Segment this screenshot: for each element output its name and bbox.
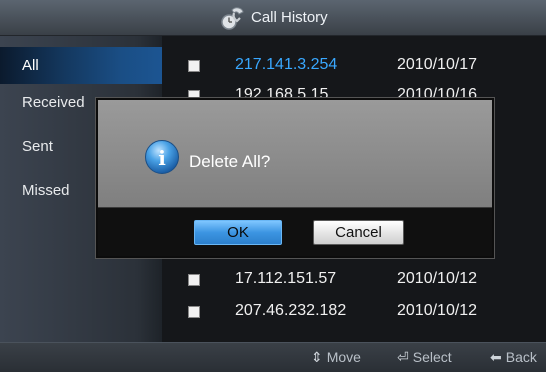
back-arrow-icon: ⬅	[490, 349, 502, 365]
select-label: Select	[412, 349, 452, 365]
sidebar-item-label: All	[22, 57, 39, 74]
cancel-button[interactable]: Cancel	[313, 220, 404, 245]
call-history-screen: Call History All Received Sent Missed 21…	[0, 0, 546, 372]
phone-clock-icon	[221, 7, 244, 30]
ip-address: 17.112.151.57	[235, 270, 337, 287]
call-date: 2010/10/17	[397, 56, 478, 73]
list-item[interactable]: 17.112.151.57 2010/10/12	[162, 264, 546, 296]
select-hint: ⏎ Select	[397, 349, 452, 366]
call-date: 2010/10/12	[397, 270, 478, 287]
list-item[interactable]: 207.46.232.182 2010/10/12	[162, 296, 546, 328]
sidebar-item-label: Received	[22, 94, 85, 111]
move-hint: ⇕ Move	[311, 349, 361, 366]
dialog-message: Delete All?	[189, 152, 271, 171]
back-hint[interactable]: ⬅ Back	[490, 349, 537, 366]
page-title: Call History	[251, 9, 328, 26]
back-label: Back	[505, 349, 537, 365]
dialog-body: i Delete All?	[98, 100, 492, 208]
move-label: Move	[326, 349, 361, 365]
up-down-arrows-icon: ⇕	[311, 349, 323, 365]
checkbox[interactable]	[188, 274, 200, 286]
sidebar-item-label: Sent	[22, 138, 53, 155]
title-bar: Call History	[0, 0, 546, 36]
info-icon: i	[145, 140, 179, 174]
dialog-footer: OK Cancel	[98, 208, 492, 256]
list-item[interactable]: 217.141.3.254 2010/10/17	[162, 50, 546, 82]
checkbox[interactable]	[188, 306, 200, 318]
enter-key-icon: ⏎	[397, 349, 409, 365]
sidebar-item-all[interactable]: All	[0, 47, 162, 84]
sidebar-item-label: Missed	[22, 182, 70, 199]
confirm-dialog: i Delete All? OK Cancel	[96, 98, 494, 258]
ok-button[interactable]: OK	[194, 220, 282, 245]
ip-address: 207.46.232.182	[235, 302, 347, 319]
checkbox[interactable]	[188, 60, 200, 72]
call-date: 2010/10/12	[397, 302, 478, 319]
ip-address: 217.141.3.254	[235, 56, 338, 73]
key-hint-bar: ⇕ Move ⏎ Select ⬅ Back	[0, 342, 546, 372]
